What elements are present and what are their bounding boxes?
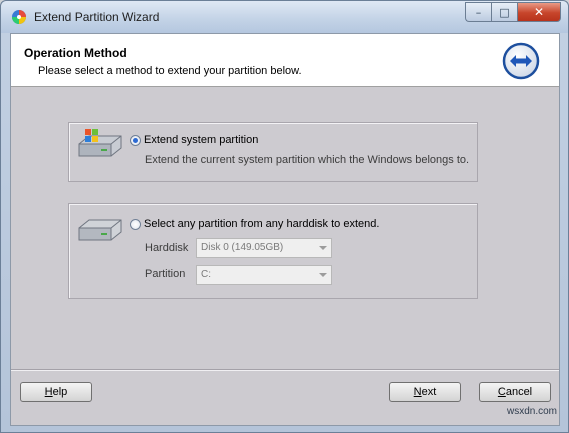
watermark: wsxdn.com [506, 406, 557, 417]
cancel-button[interactable]: Cancel [479, 382, 551, 402]
cancel-accelerator: C [497, 386, 506, 398]
cancel-label: ancel [505, 386, 533, 398]
harddisk-select[interactable]: Disk 0 (149.05GB) [196, 238, 332, 258]
select-any-partition-label[interactable]: Select any partition from any harddisk t… [144, 218, 379, 230]
wizard-window: Extend Partition Wizard – □ ✕ Operation … [0, 0, 569, 433]
footer-divider [11, 369, 559, 371]
chevron-down-icon [319, 273, 327, 277]
maximize-button[interactable]: □ [491, 2, 517, 22]
next-label: ext [421, 386, 437, 398]
option-any-partition-group: Select any partition from any harddisk t… [68, 203, 478, 299]
partition-select[interactable]: C: [196, 265, 332, 285]
partition-label: Partition [145, 268, 186, 280]
page-subtitle: Please select a method to extend your pa… [38, 65, 302, 77]
harddisk-label: Harddisk [145, 242, 189, 254]
minimize-button[interactable]: – [465, 2, 491, 22]
extend-system-radio[interactable] [130, 135, 141, 146]
extend-system-label[interactable]: Extend system partition [144, 134, 258, 146]
close-button[interactable]: ✕ [517, 2, 561, 22]
select-any-partition-radio[interactable] [130, 219, 141, 230]
disk-icon [78, 219, 122, 241]
wizard-body: Operation Method Please select a method … [10, 33, 560, 426]
next-accelerator: N [413, 386, 422, 398]
chevron-down-icon [319, 246, 327, 250]
extend-arrows-icon [502, 42, 540, 80]
option-system-partition-group: Extend system partition Extend the curre… [68, 122, 478, 182]
partition-select-value: C: [201, 269, 211, 280]
wizard-header: Operation Method Please select a method … [11, 34, 559, 87]
title-bar[interactable]: Extend Partition Wizard – □ ✕ [1, 1, 568, 33]
window-controls: – □ ✕ [465, 2, 561, 22]
harddisk-select-value: Disk 0 (149.05GB) [201, 242, 284, 253]
help-label: elp [52, 386, 68, 398]
extend-system-description: Extend the current system partition whic… [145, 154, 470, 166]
next-button[interactable]: Next [389, 382, 461, 402]
window-title: Extend Partition Wizard [34, 10, 160, 24]
help-accelerator: H [44, 386, 53, 398]
help-button[interactable]: Help [20, 382, 92, 402]
app-icon [12, 10, 26, 24]
system-disk-icon [78, 129, 122, 157]
page-title: Operation Method [24, 46, 127, 60]
